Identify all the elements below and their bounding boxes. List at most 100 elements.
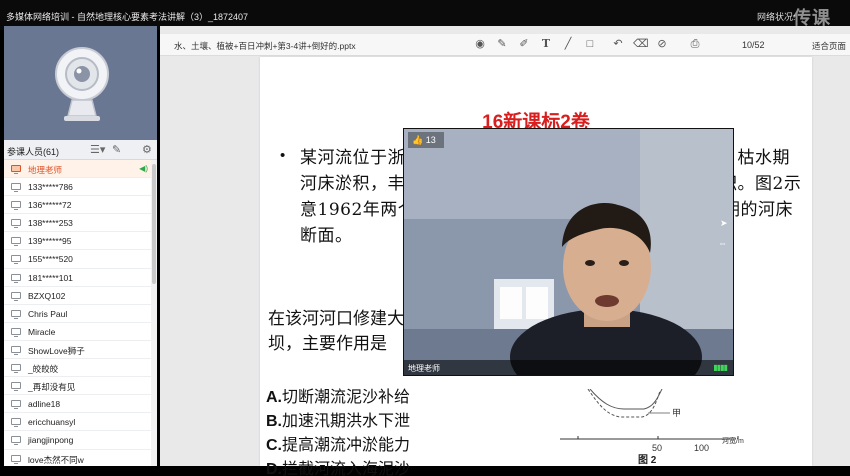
eraser-icon[interactable]: ⌫: [633, 37, 649, 51]
member-row[interactable]: love杰然不同w: [4, 450, 151, 467]
member-row[interactable]: adline18: [4, 395, 151, 414]
left-panel: 参课人员(61) ☰▾ ✎ ⚙ 地理老师 ◀) 133*****786 136****…: [4, 26, 157, 466]
member-row[interactable]: 181*****101: [4, 269, 151, 287]
undo-icon[interactable]: ↶: [611, 37, 625, 51]
device-monitor-icon: [11, 345, 21, 355]
device-monitor-icon: [11, 237, 21, 247]
member-row[interactable]: 136******72: [4, 196, 151, 215]
window-title: 多媒体网络培训 - 自然地理核心要素考法讲解（3）_1872407: [6, 12, 249, 22]
member-name: Chris Paul: [28, 308, 68, 319]
settings-icon[interactable]: ⚙: [142, 143, 152, 156]
members-header: 参课人员(61) ☰▾ ✎ ⚙: [4, 140, 157, 160]
axis-label: 河宽/m: [722, 436, 744, 445]
video-caption-bar: 地理老师 ▮▮▮▮: [404, 360, 733, 375]
member-row[interactable]: 155*****520: [4, 250, 151, 269]
device-monitor-icon: [11, 436, 21, 446]
bullet: •: [280, 147, 286, 164]
pen-icon[interactable]: ✎: [495, 37, 509, 51]
device-monitor-icon: [11, 454, 21, 464]
thumbs-up-icon: 👍: [412, 135, 424, 145]
page-indicator[interactable]: 10/52: [742, 40, 765, 50]
list-menu-icon[interactable]: ☰▾: [90, 143, 105, 156]
members-scrollbar[interactable]: [151, 160, 157, 466]
webcam-icon: [55, 47, 109, 121]
member-name: BZXQ102: [28, 290, 66, 301]
member-name: Miracle: [28, 326, 56, 337]
river-cross-section-figure: 甲 50 100 河宽/m 图 2: [560, 389, 744, 465]
member-name: 136******72: [28, 200, 72, 211]
member-row[interactable]: ericchuansyl: [4, 413, 151, 432]
member-row[interactable]: jiangjinpong: [4, 431, 151, 450]
tick-label-100: 100: [694, 443, 709, 453]
option-b: B.加速汛期洪水下泄: [266, 407, 410, 431]
scrollbar-thumb[interactable]: [152, 164, 156, 284]
member-name: 139******95: [28, 236, 72, 247]
device-monitor-icon: [11, 183, 21, 193]
marker-icon[interactable]: ✐: [517, 37, 531, 51]
target-icon[interactable]: ◉: [473, 37, 487, 51]
rect-icon[interactable]: □: [583, 37, 597, 51]
member-row[interactable]: _再却没有见: [4, 377, 151, 396]
camera-panel: [4, 26, 157, 140]
option-text: 提高潮流冲淤能力: [282, 435, 411, 454]
mouse-cursor-icon: ➤: [720, 218, 728, 228]
member-row-teacher[interactable]: 地理老师 ◀): [4, 160, 151, 179]
member-name: jiangjinpong: [28, 435, 74, 446]
members-count-label: 参课人员(61): [7, 147, 60, 157]
member-row[interactable]: 138*****253: [4, 214, 151, 233]
member-name: ShowLove狮子: [28, 345, 85, 356]
option-text: 切断潮流泥沙补给: [282, 387, 411, 406]
member-name: 138*****253: [28, 218, 73, 229]
speaker-name: 地理老师: [408, 364, 440, 373]
network-status: 网络状况:: [757, 12, 796, 22]
member-row[interactable]: 139******95: [4, 232, 151, 251]
device-monitor-icon: [11, 309, 21, 319]
device-monitor-icon: [11, 400, 21, 410]
text-icon[interactable]: T: [539, 37, 553, 51]
member-name: adline18: [28, 399, 61, 410]
teacher-avatar-icon: [11, 165, 21, 174]
clear-icon[interactable]: ⊘: [655, 37, 669, 51]
member-row[interactable]: 133*****786: [4, 178, 151, 197]
device-monitor-icon: [11, 327, 21, 337]
device-monitor-icon: [11, 219, 21, 229]
member-name: 155*****520: [28, 254, 73, 265]
print-icon[interactable]: ⎙: [688, 37, 702, 51]
member-name: 133*****786: [28, 182, 73, 193]
device-monitor-icon: [11, 255, 21, 265]
line-icon[interactable]: ╱: [561, 37, 575, 51]
member-row[interactable]: Chris Paul: [4, 305, 151, 323]
option-c: C.提高潮流冲淤能力: [266, 431, 410, 455]
member-name: love杰然不同w: [28, 454, 84, 465]
member-row[interactable]: ShowLove狮子: [4, 341, 151, 360]
option-letter: A.: [266, 389, 282, 406]
member-row[interactable]: _皎皎皎: [4, 359, 151, 378]
device-monitor-icon: [11, 418, 21, 428]
series-label: 甲: [672, 408, 681, 418]
mute-all-icon[interactable]: ✎: [112, 143, 121, 156]
member-name: _皎皎皎: [28, 364, 59, 375]
option-a: A.切断潮流泥沙补给: [266, 383, 410, 407]
fit-page-button[interactable]: 适合页面: [812, 40, 846, 52]
resize-cursor-icon: ⇔: [718, 238, 727, 248]
like-badge[interactable]: 👍 13: [408, 132, 444, 148]
device-monitor-icon: [11, 291, 21, 301]
member-name: 地理老师: [28, 165, 63, 175]
device-monitor-icon: [11, 273, 21, 283]
members-list: 地理老师 ◀) 133*****786 136******72 138*****253 1…: [4, 160, 151, 466]
member-row[interactable]: Miracle: [4, 323, 151, 341]
option-letter: D.: [266, 461, 282, 476]
option-letter: B.: [266, 413, 282, 430]
option-text: 加速汛期洪水下泄: [282, 411, 411, 430]
doc-toolbar: 水、土壤、植被+百日冲刺+第3-4讲+倒好的.pptx ◉ ✎ ✐ T ╱ □ …: [160, 34, 850, 56]
option-d: D.拦截河流入海泥沙: [266, 455, 410, 476]
speaker-icon: ◀): [139, 164, 148, 173]
audio-level-indicator: ▮▮▮▮: [713, 363, 728, 372]
option-letter: C.: [266, 437, 282, 454]
member-name: ericchuansyl: [28, 417, 76, 428]
member-name: _再却没有见: [28, 382, 76, 393]
like-count: 13: [425, 135, 436, 145]
member-row[interactable]: BZXQ102: [4, 287, 151, 305]
video-frame: [404, 129, 733, 375]
teacher-video[interactable]: 👍 13 地理老师 ▮▮▮▮: [403, 128, 734, 376]
